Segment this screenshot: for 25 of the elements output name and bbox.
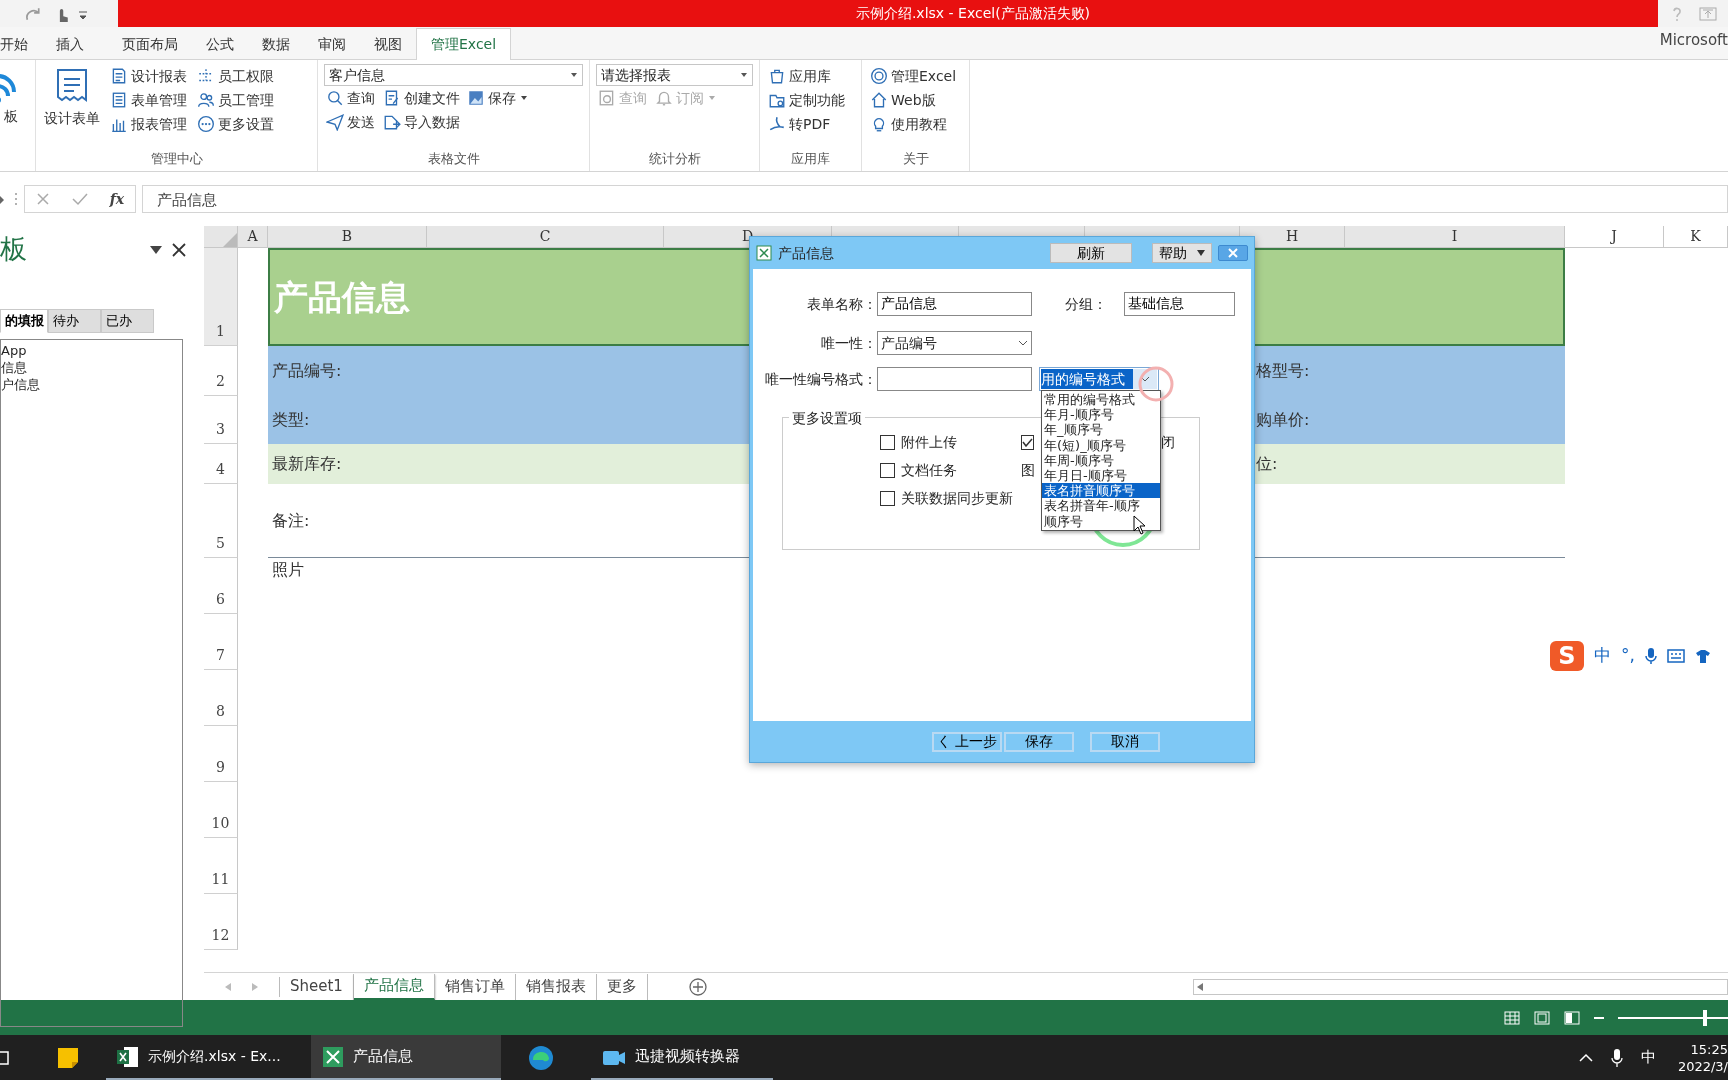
checkbox-label: 附件上传 (901, 432, 957, 452)
option-text: 图 (1021, 460, 1035, 480)
account-name: Microsoft (1659, 30, 1728, 51)
cell-text: 购单价: (1256, 409, 1310, 431)
field-label: 表单名称： (806, 294, 877, 314)
field-label: 分组： (1065, 294, 1108, 314)
cell-text: 产品编号: (272, 360, 342, 382)
cell-text: 格型号: (1256, 360, 1310, 382)
group-label: 管理中心 (149, 150, 204, 168)
cell-text: 备注: (272, 509, 310, 532)
group-label: 应用库 (790, 150, 831, 168)
window-title: 示例介绍.xlsx - Excel(产品激活失败) (855, 4, 1091, 23)
cell-text: 照片 (272, 559, 304, 581)
group-label: 关于 (901, 150, 930, 168)
cell-text: 类型: (272, 409, 310, 431)
cell-text: 产品信息 (274, 275, 410, 319)
checkbox-label: 闭 (1161, 432, 1175, 452)
cell-text: 最新库存: (272, 453, 342, 475)
pane-title: 板 (0, 232, 27, 266)
field-label: 唯一性编号格式： (764, 369, 877, 389)
cell-text: 位: (1256, 453, 1278, 475)
checkbox-label: 文档任务 (901, 460, 957, 480)
group-label: 表格文件 (426, 150, 481, 168)
checkbox-label: 关联数据同步更新 (901, 488, 1013, 508)
group-label: 统计分析 (647, 150, 702, 168)
